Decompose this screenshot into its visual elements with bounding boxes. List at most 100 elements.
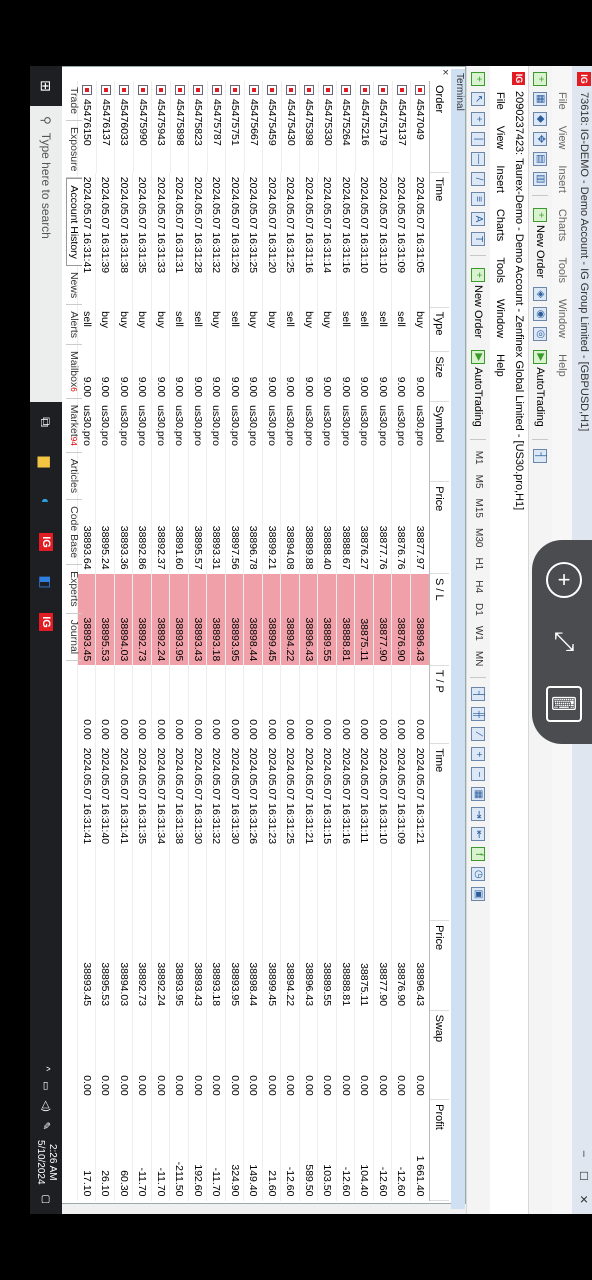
column-header[interactable]: Symbol [429,401,449,482]
fibonacci-icon[interactable]: ≡ [471,192,486,206]
bar-chart-icon[interactable]: ┤ [533,448,548,463]
column-header[interactable]: Price [429,920,449,1011]
table-row[interactable]: 45475898 2024.05.07 16:31:31 sell 9.00 us30.… [170,81,189,1201]
tab-code-base[interactable]: Code Base [66,500,82,566]
terminal-close-icon[interactable]: × [439,69,451,75]
minimize-button[interactable]: – [578,1151,591,1157]
table-row[interactable]: 45475216 2024.05.07 16:31:10 sell 9.00 us30.… [355,81,374,1201]
autotrading-button[interactable]: ▶ AutoTrading [532,347,550,430]
column-header[interactable]: Swap [429,1010,449,1100]
profiles-icon[interactable]: ▦ [533,92,548,106]
table-row[interactable]: 45475398 2024.05.07 16:31:16 buy 9.00 us30.p… [299,81,318,1201]
table-row[interactable]: 45475179 2024.05.07 16:31:10 sell 9.00 us30.… [373,81,392,1201]
menu-view[interactable]: View [494,126,506,150]
task-view-icon[interactable]: ⧉ [30,402,62,442]
signals-icon[interactable]: ◎ [533,327,548,342]
bar-chart-icon[interactable]: ┤ [471,687,486,702]
tab-exposure[interactable]: Exposure [66,121,82,179]
column-header[interactable]: Time [429,743,449,921]
account-icon[interactable]: ◉ [533,307,548,322]
new-chart-icon[interactable]: + [471,72,486,86]
indicators-icon[interactable]: f [471,847,486,862]
column-header[interactable]: Size [429,351,449,402]
tab-trade[interactable]: Trade [66,81,82,122]
column-header[interactable]: Time [429,172,449,308]
menu-insert[interactable]: Insert [494,165,506,193]
menu-tools[interactable]: Tools [556,257,568,283]
menu-file[interactable]: File [556,92,568,110]
zoom-in-icon[interactable]: + [471,747,486,762]
table-row[interactable]: 45475137 2024.05.07 16:31:09 sell 9.00 us30.… [392,81,411,1201]
navigator-icon[interactable]: ✥ [533,132,548,146]
timeframe-d1[interactable]: D1 [473,601,484,618]
tab-journal[interactable]: Journal [66,613,82,662]
menu-help[interactable]: Help [556,354,568,377]
keyboard-icon[interactable]: ⌨ [546,686,582,722]
close-button[interactable]: ✕ [578,1195,591,1204]
timeframe-m15[interactable]: M15 [473,497,484,520]
table-row[interactable]: 45475459 2024.05.07 16:31:20 buy 9.00 us30.p… [262,81,281,1201]
table-row[interactable]: 45475787 2024.05.07 16:31:32 buy 9.00 us30.p… [207,81,226,1201]
new-chart-icon[interactable]: + [533,72,548,86]
new-order-button[interactable]: + New Order [532,205,550,281]
table-row[interactable]: 45476137 2024.05.07 16:31:39 buy 9.00 us30.p… [96,81,115,1201]
chart-shift-icon[interactable]: ⇤ [471,827,486,842]
file-explorer-icon[interactable]: ▆ [30,442,62,482]
menu-charts[interactable]: Charts [494,209,506,241]
periods-icon[interactable]: ◷ [471,867,486,882]
column-header[interactable]: T / P [429,665,449,744]
ig-app-icon[interactable]: IG [30,602,62,642]
menu-file[interactable]: File [494,92,506,110]
table-row[interactable]: 45475430 2024.05.07 16:31:25 sell 9.00 us30.… [281,81,300,1201]
menu-tools[interactable]: Tools [494,257,506,283]
table-row[interactable]: 45476033 2024.05.07 16:31:38 buy 9.00 us30.p… [114,81,133,1201]
table-row[interactable]: 45475667 2024.05.07 16:31:25 buy 9.00 us30.p… [244,81,263,1201]
minimize-arrows-icon[interactable]: ⤡ [546,624,582,660]
menu-help[interactable]: Help [494,354,506,377]
tester-icon[interactable]: ▥ [533,172,548,186]
tab-alerts[interactable]: Alerts [66,305,82,346]
column-header[interactable]: S / L [429,573,449,666]
table-row[interactable]: 45475823 2024.05.07 16:31:28 sell 9.00 us30.… [188,81,207,1201]
tab-experts[interactable]: Experts [66,565,82,614]
column-header[interactable]: Profit [429,1099,449,1201]
timeframe-m1[interactable]: M1 [473,449,484,467]
table-row[interactable]: 45475751 2024.05.07 16:31:26 sell 9.00 us30.… [225,81,244,1201]
zoom-out-icon[interactable]: − [471,767,486,782]
taskbar-search[interactable]: ⚲ Type here to search [30,106,62,402]
chevron-up-icon[interactable]: ^ [41,1066,52,1071]
tab-account-history[interactable]: Account History [66,178,82,266]
cursor-icon[interactable]: ↖ [471,92,486,106]
trendline-icon[interactable]: / [471,172,486,186]
timeframe-mn[interactable]: MN [473,649,484,669]
column-header[interactable]: Type [429,307,449,352]
horizontal-line-icon[interactable]: — [471,152,486,166]
label-icon[interactable]: T [471,232,486,246]
timeframe-w1[interactable]: W1 [473,624,484,643]
zoom-in-icon[interactable]: + [546,562,582,598]
timeframe-h1[interactable]: H1 [473,555,484,572]
column-header[interactable]: Price [429,481,449,574]
windows-start-icon[interactable]: ⊞ [38,66,55,106]
network-icon[interactable]: ▭ [41,1081,52,1090]
tile-windows-icon[interactable]: ▦ [471,787,486,802]
menu-insert[interactable]: Insert [556,165,568,193]
vertical-line-icon[interactable]: | [471,132,486,146]
table-row[interactable]: 4547049 2024.05.07 16:31:05 buy 9.00 us30.pr… [410,81,430,1201]
line-chart-icon[interactable]: ∕ [471,727,486,742]
table-row[interactable]: 45475943 2024.05.07 16:31:33 buy 9.00 us30.p… [151,81,170,1201]
market-watch-icon[interactable]: ◆ [533,112,548,126]
candlestick-icon[interactable]: ╫ [471,707,486,722]
taskbar-clock[interactable]: 2:26 AM 5/10/2024 [34,1140,58,1185]
text-icon[interactable]: A [471,212,486,226]
notifications-icon[interactable]: ▢ [41,1195,52,1204]
pen-icon[interactable]: ✎ [41,1122,52,1130]
autotrading-button[interactable]: ▶ AutoTrading [470,347,488,430]
new-order-button[interactable]: + New Order [470,265,488,341]
table-row[interactable]: 45475264 2024.05.07 16:31:16 sell 9.00 us30.… [336,81,355,1201]
metaeditor-icon[interactable]: ◈ [533,287,548,302]
menu-charts[interactable]: Charts [556,209,568,241]
tab-news[interactable]: News [66,265,82,306]
menu-window[interactable]: Window [556,299,568,338]
maximize-button[interactable]: ☐ [578,1171,591,1181]
